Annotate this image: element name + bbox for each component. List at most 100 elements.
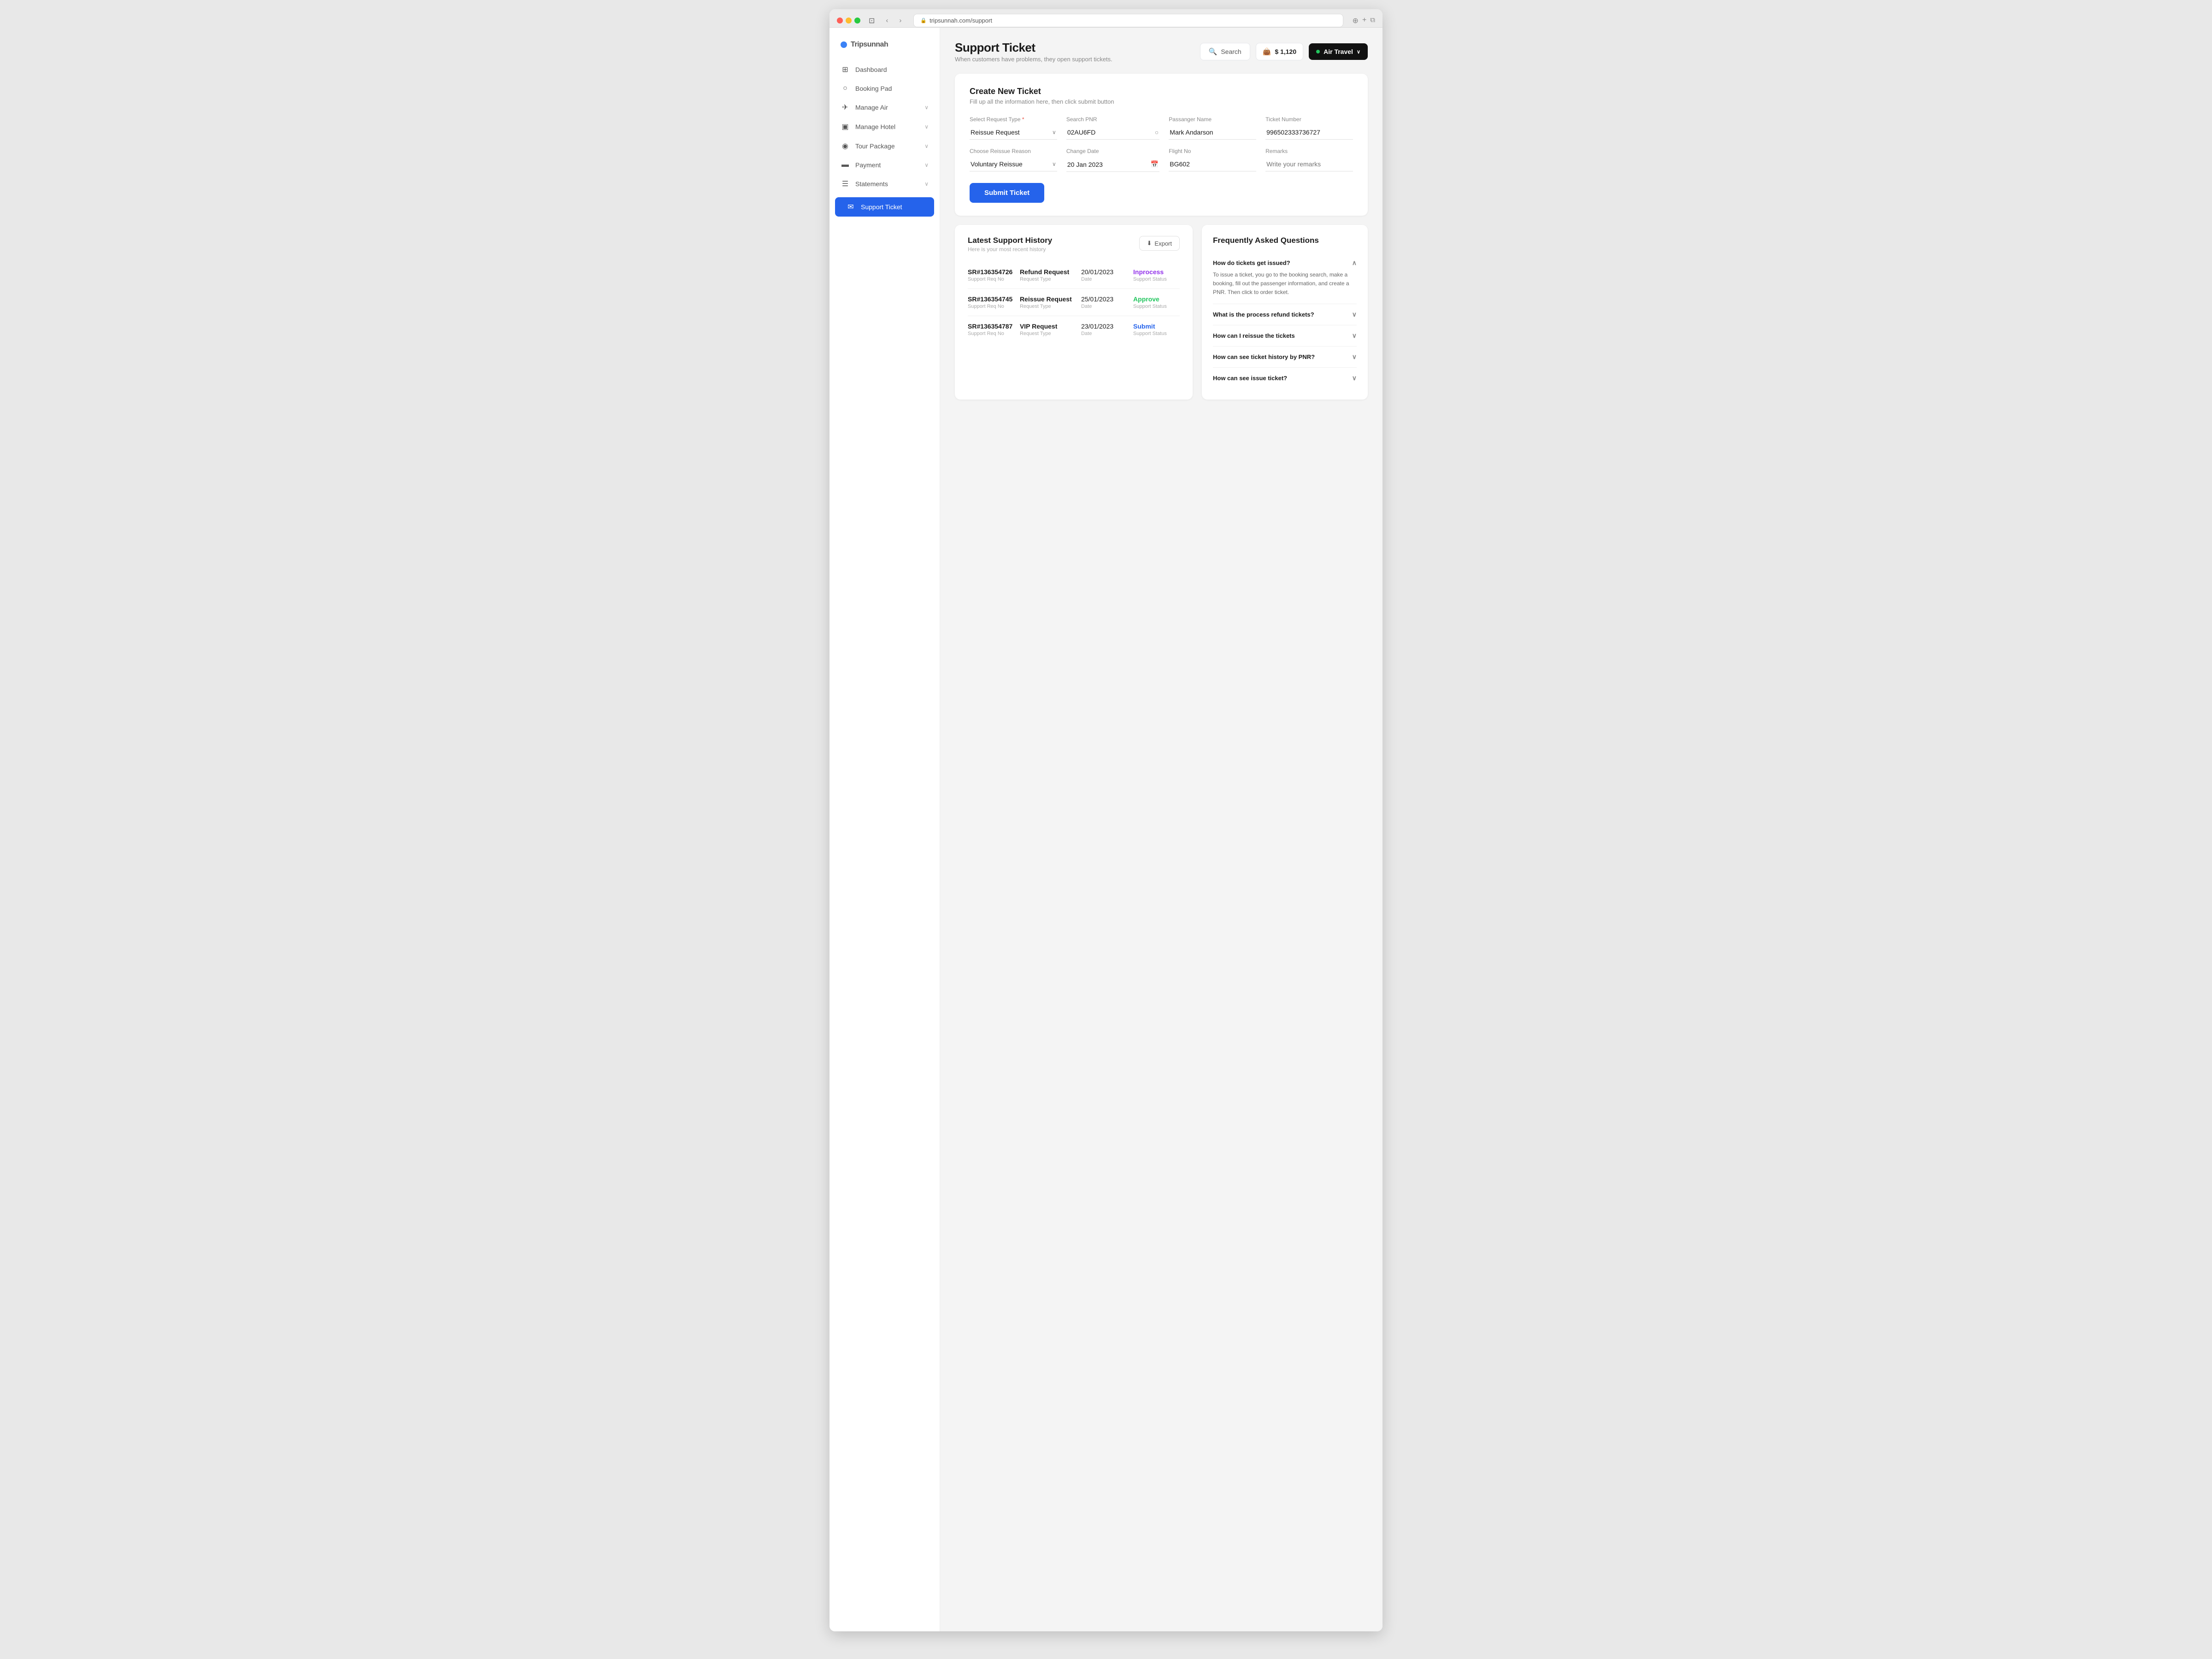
change-date-label: Change Date	[1066, 148, 1159, 154]
sidebar-item-manage-air[interactable]: ✈ Manage Air ∨	[830, 98, 940, 117]
close-button[interactable]	[837, 18, 843, 24]
req-type: Reissue Request	[1020, 295, 1076, 303]
logo-area: Tripsunnah	[830, 37, 940, 60]
ticket-number-group: Ticket Number	[1265, 116, 1353, 140]
chevron-down-icon: ∨	[924, 124, 929, 130]
date-label: Date	[1081, 331, 1128, 336]
url-text: tripsunnah.com/support	[930, 17, 992, 24]
faq-item-3: How can see ticket history by PNR? ∨	[1213, 347, 1357, 368]
faq-question-text: What is the process refund tickets?	[1213, 311, 1314, 318]
request-type-select[interactable]: Reissue Request ∨	[970, 125, 1057, 140]
address-bar[interactable]: 🔒 tripsunnah.com/support	[913, 14, 1343, 27]
support-icon: ✉	[846, 202, 855, 212]
faq-question-1[interactable]: What is the process refund tickets? ∨	[1213, 311, 1357, 318]
booking-icon: ○	[841, 84, 850, 93]
status-dot	[1316, 50, 1320, 53]
support-req-label: Support Req No	[968, 276, 1014, 282]
date-label: Date	[1081, 276, 1128, 282]
date-label: Date	[1081, 304, 1128, 309]
remarks-input[interactable]	[1265, 157, 1353, 171]
faq-question-3[interactable]: How can see ticket history by PNR? ∨	[1213, 353, 1357, 361]
page-header: Support Ticket When customers have probl…	[955, 41, 1368, 63]
search-pnr-input-wrapper: ○	[1066, 125, 1159, 140]
minimize-button[interactable]	[846, 18, 852, 24]
sidebar-item-booking-pad[interactable]: ○ Booking Pad	[830, 79, 940, 98]
change-date-input-wrapper: 📅	[1066, 157, 1159, 172]
page-title: Support Ticket	[955, 41, 1112, 55]
reissue-reason-select[interactable]: Voluntary Reissue ∨	[970, 157, 1057, 171]
sidebar-item-statements[interactable]: ☰ Statements ∨	[830, 174, 940, 194]
search-label: Search	[1221, 48, 1241, 55]
faq-question-4[interactable]: How can see issue ticket? ∨	[1213, 374, 1357, 382]
faq-item-0: How do tickets get issued? ∧ To issue a …	[1213, 253, 1357, 304]
sidebar: Tripsunnah ⊞ Dashboard ○ Booking Pad ✈ M…	[830, 28, 940, 1631]
table-row: SR#136354787 Support Req No VIP Request …	[968, 316, 1180, 343]
support-req-no-cell: SR#136354787 Support Req No	[968, 323, 1014, 336]
support-req-no-cell: SR#136354745 Support Req No	[968, 295, 1014, 309]
browser-actions: ⊕ + ⧉	[1353, 16, 1375, 25]
submit-ticket-button[interactable]: Submit Ticket	[970, 183, 1044, 203]
chevron-down-icon: ∨	[924, 181, 929, 187]
bottom-section: Latest Support History Here is your most…	[955, 225, 1368, 400]
sidebar-item-label: Manage Hotel	[855, 123, 895, 130]
sidebar-item-label: Statements	[855, 180, 888, 188]
sidebar-item-label: Manage Air	[855, 104, 888, 111]
sidebar-toggle-button[interactable]: ⊡	[866, 14, 877, 27]
add-tab-icon[interactable]: +	[1362, 16, 1366, 25]
forward-button[interactable]: ›	[896, 15, 904, 26]
table-row: SR#136354726 Support Req No Refund Reque…	[968, 262, 1180, 289]
faq-question-text: How can see issue ticket?	[1213, 375, 1287, 382]
sidebar-item-tour-package[interactable]: ◉ Tour Package ∨	[830, 136, 940, 156]
req-type-cell: VIP Request Request Type	[1020, 323, 1076, 336]
request-type-group: Select Request Type * Reissue Request ∨	[970, 116, 1057, 140]
ticket-number-input-wrapper	[1265, 125, 1353, 140]
wallet-button[interactable]: 👜 $ 1,120	[1256, 43, 1303, 60]
support-req-label: Support Req No	[968, 304, 1014, 309]
support-req-label: Support Req No	[968, 331, 1014, 336]
faq-question-2[interactable]: How can I reissue the tickets ∨	[1213, 332, 1357, 340]
ticket-number-input[interactable]	[1266, 129, 1352, 136]
air-travel-button[interactable]: Air Travel ∨	[1309, 43, 1368, 60]
flight-no-input-wrapper	[1169, 157, 1256, 171]
faq-question-0[interactable]: How do tickets get issued? ∧	[1213, 259, 1357, 267]
traffic-lights	[837, 18, 860, 24]
chevron-down-icon: ∨	[1052, 161, 1056, 167]
date-cell: 23/01/2023 Date	[1081, 323, 1128, 336]
calendar-icon: 📅	[1151, 160, 1159, 168]
change-date-group: Change Date 📅	[1066, 148, 1159, 172]
sidebar-item-manage-hotel[interactable]: ▣ Manage Hotel ∨	[830, 117, 940, 136]
req-type-cell: Refund Request Request Type	[1020, 268, 1076, 282]
flight-no-input[interactable]	[1170, 160, 1255, 168]
wallet-amount: $ 1,120	[1275, 48, 1296, 55]
maximize-button[interactable]	[854, 18, 860, 24]
status-cell: Inprocess Support Status	[1133, 268, 1180, 282]
passenger-name-input[interactable]	[1170, 129, 1255, 136]
history-title-area: Latest Support History Here is your most…	[968, 236, 1052, 253]
history-card: Latest Support History Here is your most…	[955, 225, 1193, 400]
back-button[interactable]: ‹	[883, 15, 891, 26]
req-date: 25/01/2023	[1081, 295, 1128, 303]
ticket-number-label: Ticket Number	[1265, 116, 1353, 123]
sidebar-item-label: Booking Pad	[855, 85, 892, 92]
search-button[interactable]: 🔍 Search	[1200, 43, 1250, 60]
chevron-down-icon: ∨	[1052, 129, 1056, 135]
search-pnr-input[interactable]	[1067, 129, 1155, 136]
support-req-no: SR#136354726	[968, 268, 1014, 276]
remarks-group: Remarks	[1265, 148, 1353, 172]
change-date-input[interactable]	[1067, 161, 1151, 168]
faq-question-text: How can I reissue the tickets	[1213, 332, 1295, 339]
sidebar-item-label: Dashboard	[855, 66, 887, 73]
sidebar-item-label: Support Ticket	[861, 203, 902, 211]
air-icon: ✈	[841, 103, 850, 112]
windows-icon[interactable]: ⧉	[1370, 16, 1375, 25]
passenger-name-input-wrapper	[1169, 125, 1256, 140]
request-type-value: Reissue Request	[971, 129, 1020, 136]
export-button[interactable]: ⬇ Export	[1139, 236, 1180, 251]
download-icon[interactable]: ⊕	[1353, 16, 1359, 25]
lock-icon: 🔒	[920, 18, 927, 24]
req-type-label: Request Type	[1020, 276, 1076, 282]
sidebar-item-support-ticket[interactable]: ✉ Support Ticket	[835, 197, 934, 217]
sidebar-item-dashboard[interactable]: ⊞ Dashboard	[830, 60, 940, 79]
reissue-reason-value: Voluntary Reissue	[971, 160, 1023, 168]
sidebar-item-payment[interactable]: ▬ Payment ∨	[830, 156, 940, 174]
